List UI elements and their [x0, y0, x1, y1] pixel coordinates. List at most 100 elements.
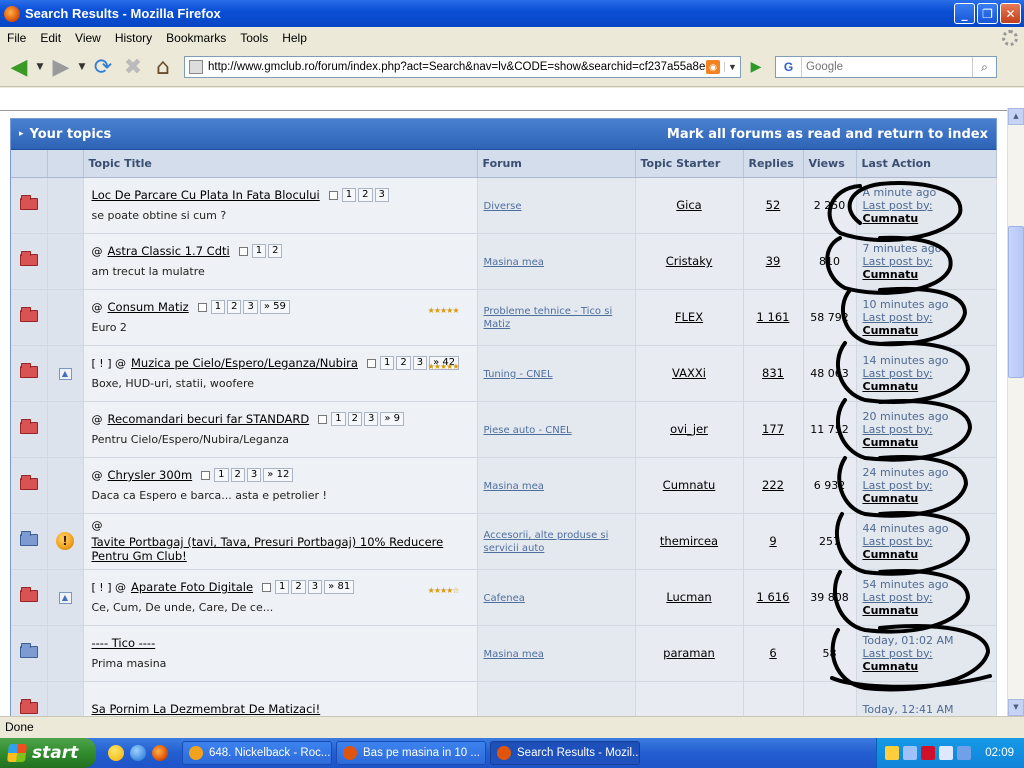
last-post-label[interactable]: Last post by:: [863, 647, 933, 660]
page-link[interactable]: 1: [214, 468, 229, 482]
topic-starter-link[interactable]: ovi_jer: [670, 422, 708, 436]
page-link[interactable]: 1: [275, 580, 290, 594]
firefox-quicklaunch-icon[interactable]: [152, 745, 168, 761]
page-link[interactable]: 1: [379, 356, 395, 370]
page-link[interactable]: 3: [243, 300, 258, 314]
folder-icon[interactable]: [19, 362, 38, 378]
page-link[interactable]: 3: [307, 580, 323, 594]
last-post-user[interactable]: Cumnatu: [863, 492, 996, 505]
forum-link[interactable]: Probleme tehnice - Tico si Matiz: [484, 306, 613, 330]
last-post-label[interactable]: Last post by:: [863, 199, 933, 212]
last-action-time[interactable]: 10 minutes ago: [863, 298, 996, 311]
url-bar[interactable]: http://www.gmclub.ro/forum/index.php?act…: [184, 56, 741, 78]
page-link[interactable]: 2: [230, 468, 245, 482]
forum-link[interactable]: Diverse: [484, 201, 522, 212]
page-link[interactable]: 2: [358, 188, 373, 202]
tray-pen-icon[interactable]: [885, 746, 900, 760]
folder-icon[interactable]: [19, 698, 38, 714]
folder-icon[interactable]: [19, 530, 38, 546]
topic-title-link[interactable]: Astra Classic 1.7 Cdti: [108, 244, 230, 258]
home-icon[interactable]: ⌂: [148, 53, 178, 81]
replies-link[interactable]: 1 616: [757, 590, 790, 604]
replies-link[interactable]: 39: [766, 254, 781, 268]
page-link[interactable]: » 59: [259, 300, 290, 314]
col-views[interactable]: Views: [803, 150, 857, 178]
folder-icon[interactable]: [19, 306, 38, 322]
search-bar[interactable]: G ⌕: [775, 56, 997, 78]
col-forum[interactable]: Forum: [477, 150, 636, 178]
replies-link[interactable]: 1 161: [757, 310, 790, 324]
col-last-action[interactable]: Last Action: [856, 150, 997, 178]
url-dropdown-icon[interactable]: ▼: [724, 62, 740, 72]
replies-link[interactable]: 222: [762, 478, 784, 492]
rss-feed-icon[interactable]: ◉: [706, 60, 720, 74]
forward-history-dropdown[interactable]: ▼: [76, 53, 88, 81]
replies-link[interactable]: 831: [762, 366, 784, 380]
stop-icon[interactable]: ✖: [118, 53, 148, 81]
tray-volume-icon[interactable]: [939, 746, 954, 760]
forum-link[interactable]: Accesorii, alte produse si servicii auto: [484, 530, 609, 554]
last-post-label[interactable]: Last post by:: [863, 311, 933, 324]
search-magnifier-icon[interactable]: ⌕: [972, 57, 996, 77]
topic-title-link[interactable]: Chrysler 300m: [108, 468, 193, 482]
col-topic-starter[interactable]: Topic Starter: [635, 150, 744, 178]
ie-browser-icon[interactable]: [130, 745, 146, 761]
folder-icon[interactable]: [19, 194, 38, 210]
back-arrow-icon[interactable]: ◀: [4, 53, 34, 81]
vertical-scrollbar[interactable]: ▲ ▼: [1007, 108, 1024, 716]
url-text[interactable]: http://www.gmclub.ro/forum/index.php?act…: [208, 61, 706, 73]
topic-title-link[interactable]: ---- Tico ----: [92, 636, 156, 650]
last-action-time[interactable]: 54 minutes ago: [863, 578, 996, 591]
task-search-results[interactable]: Search Results - Mozil...: [490, 741, 640, 765]
mark-all-read-link[interactable]: Mark all forums as read and return to in…: [667, 127, 988, 142]
scroll-down-icon[interactable]: ▼: [1008, 699, 1024, 716]
page-link[interactable]: 2: [268, 244, 283, 258]
task-firefox-window[interactable]: Bas pe masina in 10 ...: [336, 741, 486, 765]
menu-view[interactable]: View: [68, 31, 108, 45]
scroll-up-icon[interactable]: ▲: [1008, 108, 1024, 125]
page-link[interactable]: 3: [412, 356, 428, 370]
replies-link[interactable]: 6: [769, 646, 776, 660]
replies-link[interactable]: 177: [762, 422, 784, 436]
page-link[interactable]: 2: [227, 300, 242, 314]
topic-title-link[interactable]: Consum Matiz: [108, 300, 189, 314]
last-post-user[interactable]: Cumnatu: [863, 212, 996, 225]
last-post-user[interactable]: Cumnatu: [863, 268, 996, 281]
last-post-user[interactable]: Cumnatu: [863, 548, 996, 561]
search-input[interactable]: [802, 61, 972, 73]
forum-link[interactable]: Piese auto - CNEL: [484, 425, 572, 436]
last-post-label[interactable]: Last post by:: [863, 367, 933, 380]
back-history-dropdown[interactable]: ▼: [34, 53, 46, 81]
last-post-label[interactable]: Last post by:: [863, 591, 933, 604]
topic-title-link[interactable]: Loc De Parcare Cu Plata In Fata Blocului: [92, 188, 320, 202]
menu-file[interactable]: File: [0, 31, 33, 45]
topic-title-link[interactable]: Sa Pornim La Dezmembrat De Matizaci!: [92, 702, 321, 716]
last-action-time[interactable]: Today, 12:41 AM: [863, 703, 996, 716]
page-link[interactable]: 1: [251, 244, 267, 258]
page-link[interactable]: 2: [396, 356, 411, 370]
last-action-time[interactable]: A minute ago: [863, 186, 996, 199]
last-post-label[interactable]: Last post by:: [863, 479, 933, 492]
topic-title-link[interactable]: Muzica pe Cielo/Espero/Leganza/Nubira: [131, 356, 358, 370]
page-link[interactable]: » 81: [324, 580, 355, 594]
replies-link[interactable]: 52: [766, 198, 781, 212]
page-link[interactable]: 1: [210, 300, 226, 314]
topic-starter-link[interactable]: Gica: [676, 198, 701, 212]
last-action-time[interactable]: 24 minutes ago: [863, 466, 996, 479]
col-topic-title[interactable]: Topic Title: [83, 150, 478, 178]
topic-title-link[interactable]: Tavite Portbagaj (tavi, Tava, Presuri Po…: [92, 535, 469, 563]
reload-icon[interactable]: ⟳: [88, 53, 118, 81]
go-arrow-icon[interactable]: ▶: [745, 53, 767, 81]
folder-icon[interactable]: [19, 586, 38, 602]
last-post-user[interactable]: Cumnatu: [863, 660, 996, 673]
page-link[interactable]: 3: [363, 412, 379, 426]
task-winamp[interactable]: 648. Nickelback - Roc...: [182, 741, 332, 765]
page-link[interactable]: 1: [331, 412, 346, 426]
folder-icon[interactable]: [19, 418, 38, 434]
topic-starter-link[interactable]: themircea: [660, 534, 718, 548]
forum-link[interactable]: Masina mea: [484, 481, 544, 492]
last-post-label[interactable]: Last post by:: [863, 423, 933, 436]
page-link[interactable]: 3: [374, 188, 389, 202]
page-link[interactable]: » 12: [263, 468, 294, 482]
google-engine-icon[interactable]: G: [776, 57, 802, 77]
